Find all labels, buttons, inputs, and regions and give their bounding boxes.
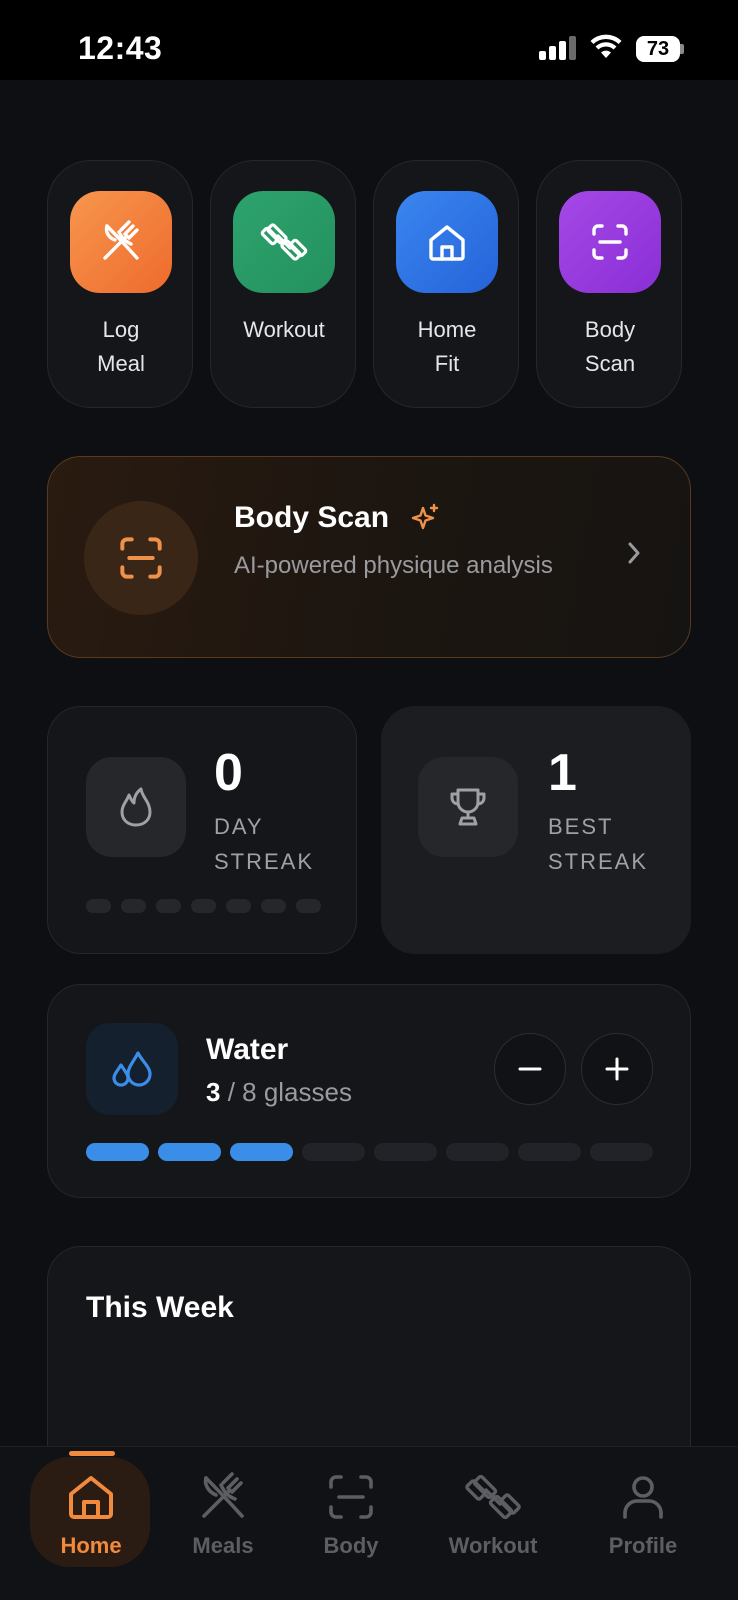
water-card: Water 3 / 8 glasses <box>47 984 691 1198</box>
person-icon <box>623 1476 663 1519</box>
this-week-title: This Week <box>86 1291 234 1324</box>
banner-subtitle: AI-powered physique analysis <box>234 552 553 579</box>
water-icon-tile <box>86 1023 178 1115</box>
body-scan-label: Body Scan <box>584 317 636 376</box>
nav-profile-label: Profile <box>608 1533 678 1558</box>
streak-dot <box>261 899 286 913</box>
nav-workout-label: Workout <box>448 1533 538 1558</box>
best-streak-card[interactable]: 1 BEST STREAK <box>381 706 691 954</box>
best-streak-icon-tile <box>418 757 518 857</box>
water-segment <box>518 1143 581 1161</box>
flame-icon <box>120 787 152 827</box>
workout-label: Workout <box>243 317 325 342</box>
house-icon <box>69 1476 113 1519</box>
water-goal: / 8 glasses <box>220 1077 352 1107</box>
best-streak-label: BEST STREAK <box>548 814 649 874</box>
quick-actions: Log Meal Workout Home Fit Body Scan <box>47 160 691 408</box>
workout-button[interactable]: Workout <box>210 160 356 408</box>
status-bar: 12:43 73 <box>0 0 738 80</box>
wifi-icon <box>590 34 622 58</box>
sparkle-icon <box>411 503 439 530</box>
battery-icon: 73 <box>636 36 684 62</box>
scan-icon <box>329 1475 373 1519</box>
body-scan-button[interactable]: Body Scan <box>536 160 682 408</box>
water-segment <box>374 1143 437 1161</box>
nav-body[interactable]: Body <box>300 1447 402 1600</box>
nav-meals-label: Meals <box>192 1533 254 1558</box>
body-scan-icon-tile <box>559 191 661 293</box>
workout-icon-tile <box>233 191 335 293</box>
trophy-icon <box>450 788 486 826</box>
minus-icon <box>518 1067 542 1071</box>
best-streak-value: 1 <box>548 744 577 802</box>
dumbbell-icon <box>465 1474 521 1520</box>
water-count: 3 / 8 glasses <box>206 1077 352 1108</box>
water-segment <box>446 1143 509 1161</box>
nav-meals[interactable]: Meals <box>172 1447 274 1600</box>
day-streak-icon-tile <box>86 757 186 857</box>
plus-icon <box>605 1057 629 1081</box>
water-title: Water <box>206 1033 289 1066</box>
nav-home-label: Home <box>60 1533 122 1558</box>
scan-icon <box>592 224 628 260</box>
fork-knife-icon <box>103 220 139 260</box>
banner-icon-circle <box>84 501 198 615</box>
log-meal-label: Log Meal <box>97 317 145 376</box>
day-streak-label: DAY STREAK <box>214 814 315 874</box>
home-fit-label: Home Fit <box>417 317 477 376</box>
water-segment <box>302 1143 365 1161</box>
week-streak-dots <box>86 899 321 913</box>
bottom-nav: Home Meals Body Workout Profile <box>0 1446 738 1600</box>
day-streak-value: 0 <box>214 744 243 802</box>
water-segment <box>230 1143 293 1161</box>
cellular-signal-icon <box>539 36 576 60</box>
dumbbell-icon <box>260 223 308 261</box>
streak-dot <box>121 899 146 913</box>
scan-icon <box>120 537 162 579</box>
banner-title: Body Scan <box>234 501 390 534</box>
status-time: 12:43 <box>78 30 163 66</box>
home-fit-icon-tile <box>396 191 498 293</box>
body-scan-banner[interactable]: Body Scan AI-powered physique analysis <box>47 456 691 658</box>
water-progress <box>86 1143 653 1161</box>
streak-dot <box>226 899 251 913</box>
home-screen: 12:43 73 Log Meal Workout Home Fit Body … <box>0 0 738 1600</box>
streak-dot <box>191 899 216 913</box>
house-icon <box>429 225 465 261</box>
log-meal-button[interactable]: Log Meal <box>47 160 193 408</box>
day-streak-card[interactable]: 0 DAY STREAK <box>47 706 357 954</box>
water-drops-icon <box>112 1051 152 1087</box>
water-increment-button[interactable] <box>581 1033 653 1105</box>
fork-knife-icon <box>202 1472 244 1518</box>
streak-dot <box>296 899 321 913</box>
water-current: 3 <box>206 1077 221 1107</box>
nav-profile[interactable]: Profile <box>592 1447 694 1600</box>
water-segment <box>590 1143 653 1161</box>
home-fit-button[interactable]: Home Fit <box>373 160 519 408</box>
log-meal-icon-tile <box>70 191 172 293</box>
nav-home[interactable]: Home <box>40 1447 142 1600</box>
nav-workout[interactable]: Workout <box>436 1447 550 1600</box>
battery-level: 73 <box>646 38 670 60</box>
chevron-right-icon <box>628 542 640 564</box>
streak-dot <box>156 899 181 913</box>
water-segment <box>86 1143 149 1161</box>
water-decrement-button[interactable] <box>494 1033 566 1105</box>
streak-dot <box>86 899 111 913</box>
nav-body-label: Body <box>323 1533 379 1558</box>
water-segment <box>158 1143 221 1161</box>
